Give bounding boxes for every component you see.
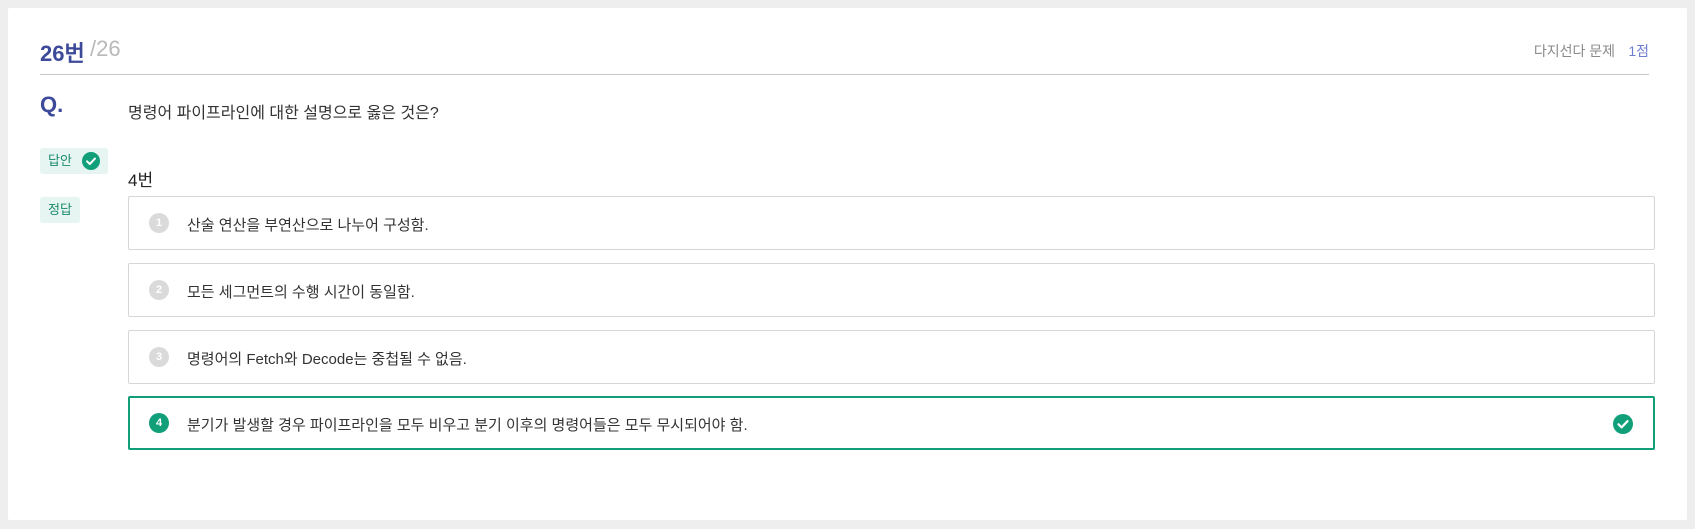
choice-option-1[interactable]: 1 산술 연산을 부연산으로 나누어 구성함. [128, 196, 1655, 250]
choice-option-2[interactable]: 2 모든 세그먼트의 수행 시간이 동일함. [128, 263, 1655, 317]
choice-option-3[interactable]: 3 명령어의 Fetch와 Decode는 중첩될 수 없음. [128, 330, 1655, 384]
choice-number: 1 [149, 213, 169, 233]
check-circle-icon [1613, 414, 1633, 434]
choice-text: 산술 연산을 부연산으로 나누어 구성함. [187, 217, 429, 234]
choice-text: 모든 세그먼트의 수행 시간이 동일함. [187, 284, 415, 301]
choice-number: 4 [149, 413, 169, 433]
question-type: 다지선다 문제 [1533, 43, 1615, 59]
choice-number: 3 [149, 347, 169, 367]
question-text: 명령어 파이프라인에 대한 설명으로 옳은 것은? [128, 105, 439, 122]
question-number: 26번 [40, 41, 85, 66]
my-answer-badge: 답안 [40, 148, 108, 174]
choice-option-4-correct[interactable]: 4 분기가 발생할 경우 파이프라인을 모두 비우고 분기 이후의 명령어들은 … [128, 396, 1655, 450]
correct-answer-badge: 정답 [40, 197, 80, 223]
choice-text: 분기가 발생할 경우 파이프라인을 모두 비우고 분기 이후의 명령어들은 모두… [187, 417, 748, 434]
my-answer-value: 4번 [128, 171, 154, 190]
question-card: 26번 /26 다지선다 문제 1점 Q. 명령어 파이프라인에 대한 설명으로… [8, 8, 1687, 520]
check-circle-icon [81, 151, 100, 170]
my-answer-badge-label: 답안 [48, 153, 72, 168]
question-label: Q. [40, 92, 64, 117]
choice-number: 2 [149, 280, 169, 300]
question-total: /26 [90, 36, 121, 61]
correct-answer-badge-label: 정답 [48, 202, 72, 217]
question-points: 1점 [1628, 43, 1649, 59]
question-header: 26번 /26 다지선다 문제 1점 [40, 22, 1649, 75]
choice-text: 명령어의 Fetch와 Decode는 중첩될 수 없음. [187, 351, 467, 368]
